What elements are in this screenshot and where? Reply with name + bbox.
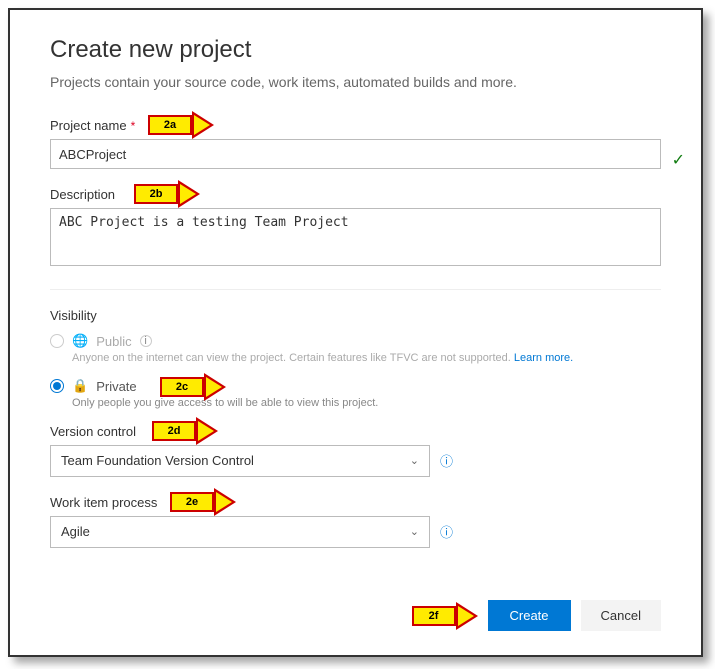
help-icon[interactable]: ⓘ: [440, 522, 453, 541]
annotation-2d: 2d: [152, 418, 218, 444]
version-control-value: Team Foundation Version Control: [61, 453, 254, 468]
visibility-label: Visibility: [50, 308, 661, 323]
project-name-label: Project name * 2a: [50, 118, 661, 133]
description-label-text: Description: [50, 187, 115, 202]
project-name-input[interactable]: [50, 139, 661, 169]
project-name-section: Project name * 2a ✓: [50, 118, 661, 169]
create-button[interactable]: Create: [488, 600, 571, 631]
visibility-private-radio[interactable]: 🔒 Private 2c: [50, 378, 661, 394]
help-icon[interactable]: ⓘ: [440, 451, 453, 470]
chevron-down-icon: ⌄: [410, 525, 419, 538]
radio-icon: [50, 334, 64, 348]
annotation-2b: 2b: [134, 181, 200, 207]
version-control-label-text: Version control: [50, 424, 136, 439]
required-asterisk: *: [131, 119, 136, 133]
visibility-private-label: Private: [96, 379, 136, 394]
visibility-private-sub: Only people you give access to will be a…: [72, 396, 661, 411]
radio-icon: [50, 379, 64, 393]
project-name-label-text: Project name: [50, 118, 127, 133]
version-control-section: Version control 2d Team Foundation Versi…: [50, 424, 661, 477]
chevron-down-icon: ⌄: [410, 454, 419, 467]
cancel-button[interactable]: Cancel: [581, 600, 661, 631]
work-item-label-text: Work item process: [50, 495, 157, 510]
visibility-public-sub: Anyone on the internet can view the proj…: [72, 351, 661, 366]
description-label: Description 2b: [50, 187, 661, 202]
work-item-select[interactable]: Agile ⌄: [50, 516, 430, 548]
work-item-value: Agile: [61, 524, 90, 539]
work-item-section: Work item process 2e Agile ⌄ ⓘ: [50, 495, 661, 548]
annotation-2e: 2e: [170, 489, 236, 515]
section-divider: [50, 289, 661, 290]
page-title: Create new project: [50, 36, 661, 64]
description-input[interactable]: ABC Project is a testing Team Project: [50, 208, 661, 266]
version-control-label: Version control 2d: [50, 424, 661, 439]
validation-check-icon: ✓: [672, 150, 685, 170]
visibility-public-label: Public: [96, 334, 131, 349]
visibility-public-radio: 🌐 Public i: [50, 333, 661, 349]
description-section: Description 2b ABC Project is a testing …: [50, 187, 661, 271]
version-control-select[interactable]: Team Foundation Version Control ⌄: [50, 445, 430, 477]
visibility-section: Visibility 🌐 Public i Anyone on the inte…: [50, 308, 661, 412]
globe-icon: 🌐: [72, 333, 88, 349]
annotation-2a: 2a: [148, 112, 214, 138]
page-subtitle: Projects contain your source code, work …: [50, 74, 661, 90]
lock-icon: 🔒: [72, 378, 88, 394]
annotation-2f: 2f: [412, 603, 478, 629]
create-project-dialog: Create new project Projects contain your…: [8, 8, 703, 657]
info-icon: i: [140, 335, 152, 347]
dialog-footer: 2f Create Cancel: [412, 600, 662, 631]
learn-more-link[interactable]: Learn more.: [514, 352, 573, 364]
work-item-label: Work item process 2e: [50, 495, 661, 510]
